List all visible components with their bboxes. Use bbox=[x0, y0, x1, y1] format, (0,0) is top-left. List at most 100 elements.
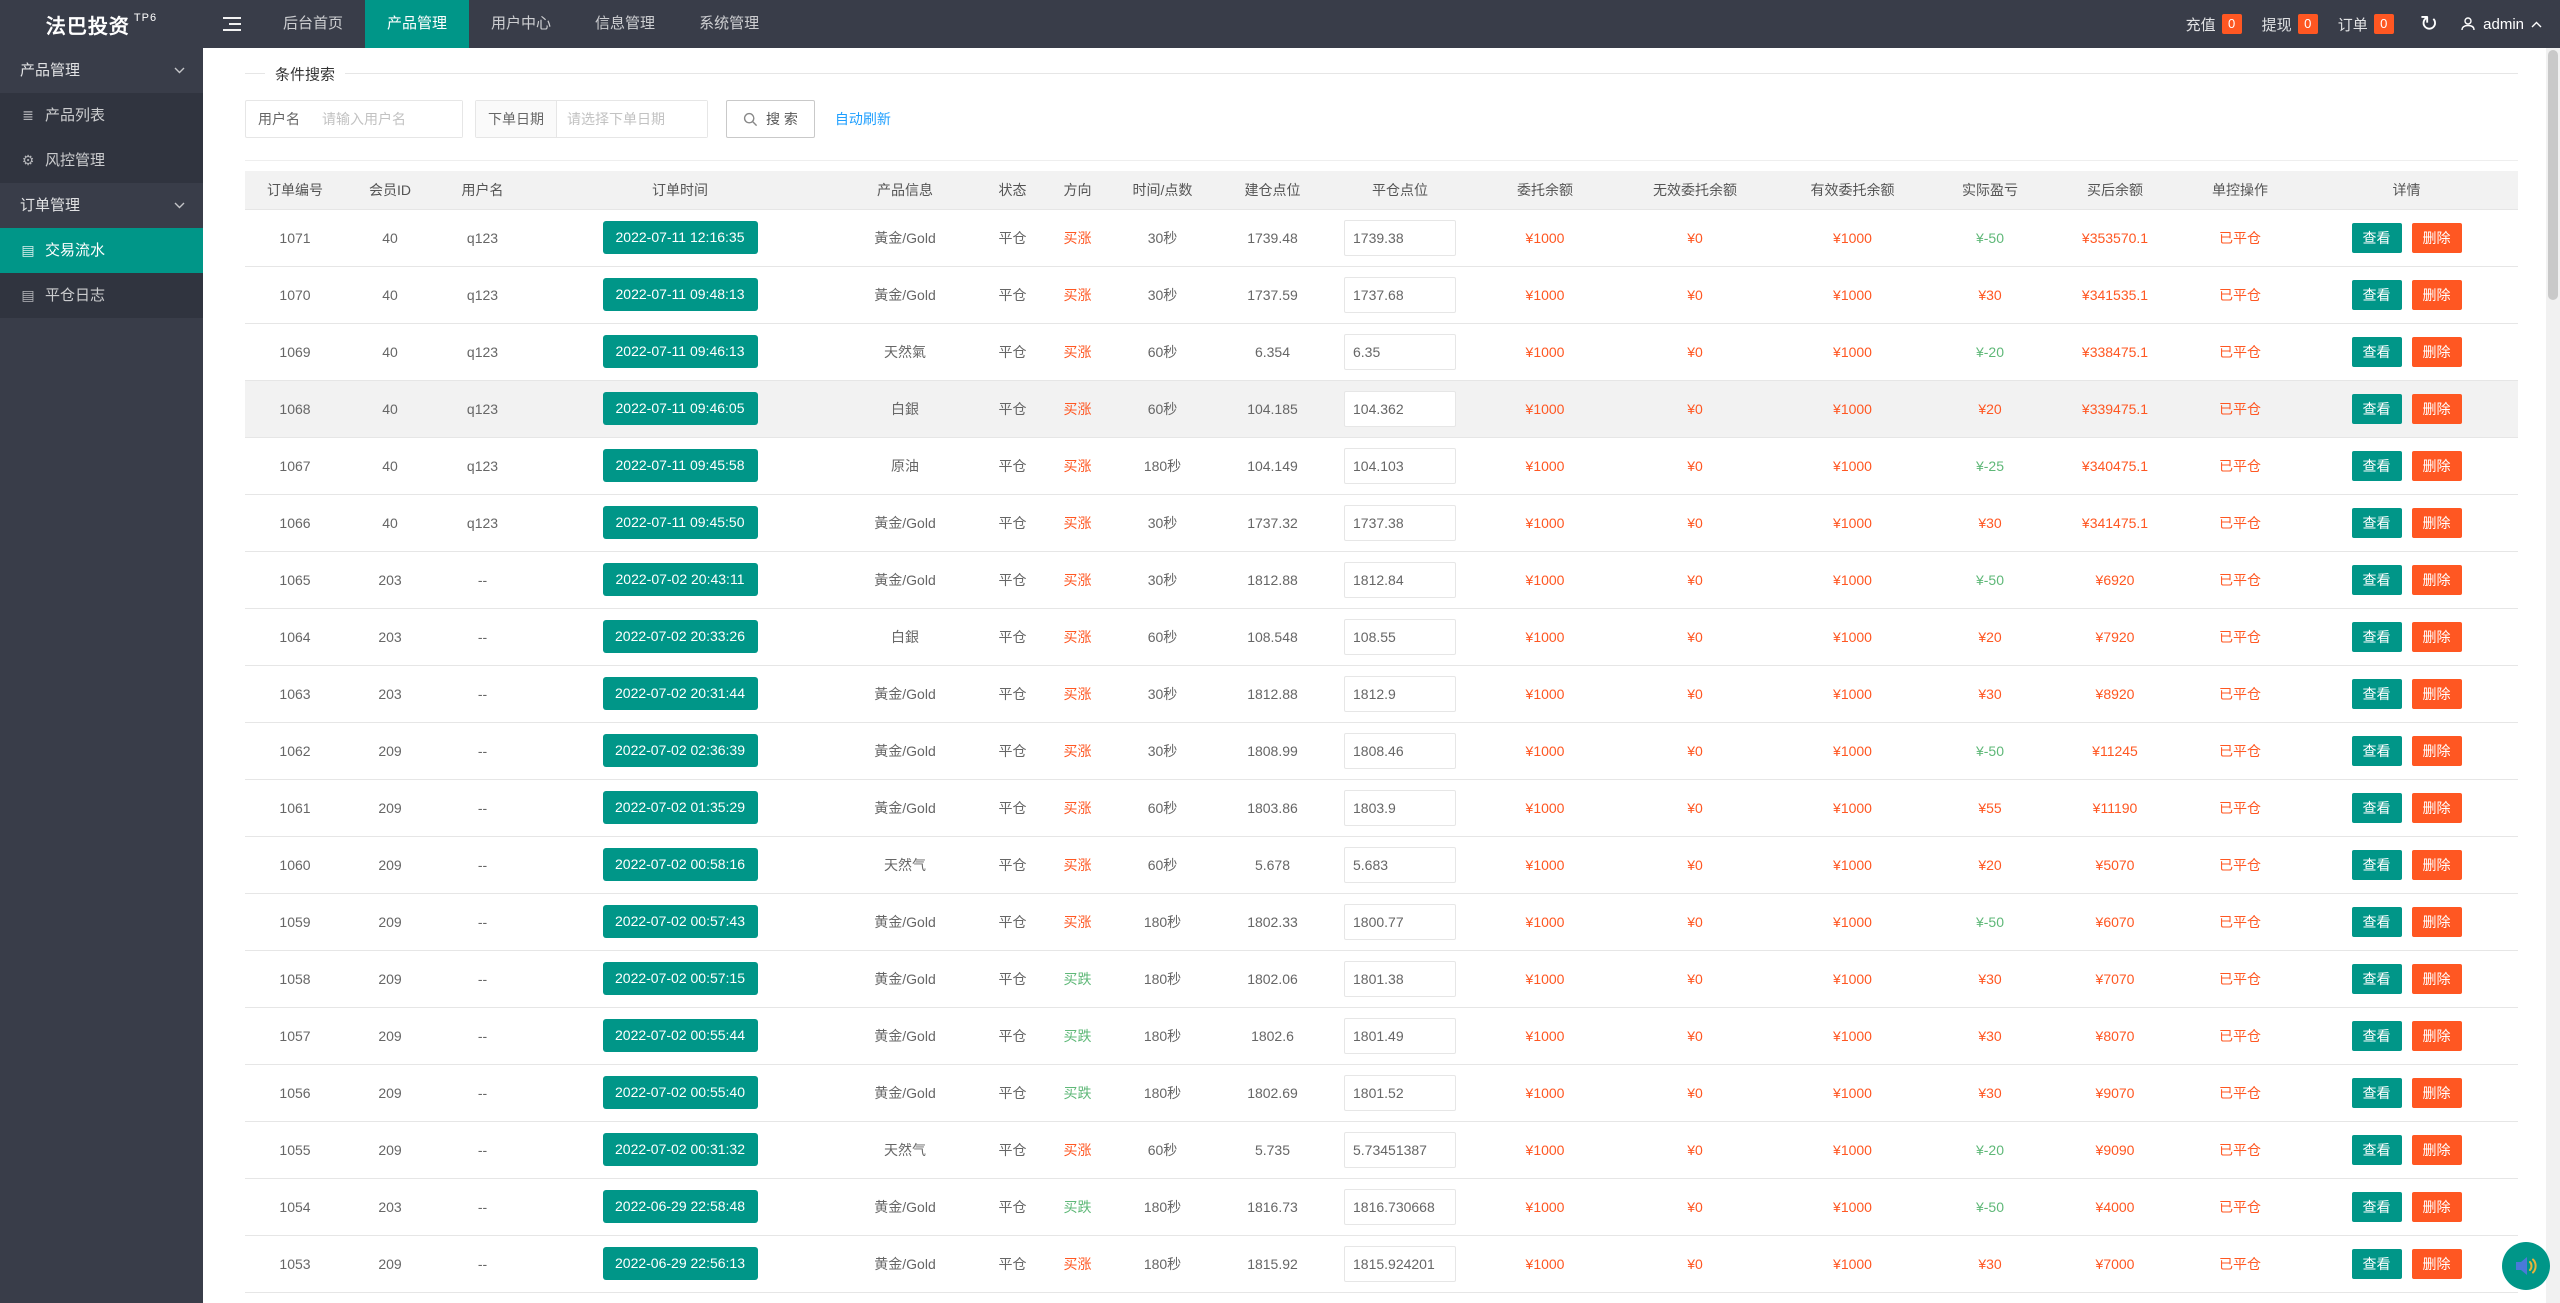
view-button[interactable]: 查看 bbox=[2352, 394, 2402, 424]
view-button[interactable]: 查看 bbox=[2352, 1135, 2402, 1165]
view-button[interactable]: 查看 bbox=[2352, 907, 2402, 937]
header-stat[interactable]: 充值0 bbox=[2186, 14, 2242, 35]
close-point-input[interactable] bbox=[1344, 562, 1456, 598]
sidebar-group[interactable]: 产品管理 bbox=[0, 48, 203, 93]
order-time-button[interactable]: 2022-07-11 12:16:35 bbox=[603, 221, 758, 254]
nav-item[interactable]: 系统管理 bbox=[677, 0, 781, 48]
delete-button[interactable]: 删除 bbox=[2412, 850, 2462, 880]
delete-button[interactable]: 删除 bbox=[2412, 337, 2462, 367]
search-button[interactable]: 搜 索 bbox=[726, 100, 815, 138]
view-button[interactable]: 查看 bbox=[2352, 223, 2402, 253]
sidebar-item[interactable]: ≣产品列表 bbox=[0, 93, 203, 138]
scrollbar-thumb[interactable] bbox=[2548, 50, 2558, 300]
close-point-input[interactable] bbox=[1344, 1189, 1456, 1225]
view-button[interactable]: 查看 bbox=[2352, 1192, 2402, 1222]
close-point-input[interactable] bbox=[1344, 220, 1456, 256]
view-button[interactable]: 查看 bbox=[2352, 964, 2402, 994]
close-point-input[interactable] bbox=[1344, 961, 1456, 997]
user-menu[interactable]: admin bbox=[2460, 16, 2542, 33]
close-point-input[interactable] bbox=[1344, 904, 1456, 940]
view-button[interactable]: 查看 bbox=[2352, 337, 2402, 367]
close-point-input[interactable] bbox=[1344, 1018, 1456, 1054]
menu-toggle-icon[interactable] bbox=[203, 0, 261, 48]
close-point-input[interactable] bbox=[1344, 847, 1456, 883]
vertical-scrollbar[interactable] bbox=[2546, 48, 2560, 1303]
view-button[interactable]: 查看 bbox=[2352, 622, 2402, 652]
username-input[interactable] bbox=[312, 101, 462, 137]
order-time-button[interactable]: 2022-07-02 00:31:32 bbox=[603, 1133, 758, 1166]
delete-button[interactable]: 删除 bbox=[2412, 793, 2462, 823]
delete-button[interactable]: 删除 bbox=[2412, 223, 2462, 253]
delete-button[interactable]: 删除 bbox=[2412, 1249, 2462, 1279]
view-button[interactable]: 查看 bbox=[2352, 1021, 2402, 1051]
delete-button[interactable]: 删除 bbox=[2412, 1078, 2462, 1108]
delete-button[interactable]: 删除 bbox=[2412, 907, 2462, 937]
sidebar-item[interactable]: ▤交易流水 bbox=[0, 228, 203, 273]
close-point-input[interactable] bbox=[1344, 1075, 1456, 1111]
order-date-input[interactable] bbox=[557, 101, 707, 137]
order-time-button[interactable]: 2022-07-02 00:55:40 bbox=[603, 1076, 758, 1109]
sidebar-item[interactable]: ▤平仓日志 bbox=[0, 273, 203, 318]
delete-button[interactable]: 删除 bbox=[2412, 964, 2462, 994]
view-button[interactable]: 查看 bbox=[2352, 1249, 2402, 1279]
view-button[interactable]: 查看 bbox=[2352, 508, 2402, 538]
order-time-button[interactable]: 2022-07-02 20:33:26 bbox=[603, 620, 758, 653]
view-button[interactable]: 查看 bbox=[2352, 850, 2402, 880]
view-button[interactable]: 查看 bbox=[2352, 280, 2402, 310]
order-time-button[interactable]: 2022-06-29 22:56:13 bbox=[603, 1247, 758, 1280]
delete-button[interactable]: 删除 bbox=[2412, 622, 2462, 652]
nav-item[interactable]: 信息管理 bbox=[573, 0, 677, 48]
order-time-button[interactable]: 2022-07-02 20:31:44 bbox=[603, 677, 758, 710]
order-time-button[interactable]: 2022-07-02 02:36:39 bbox=[603, 734, 758, 767]
delete-button[interactable]: 删除 bbox=[2412, 1021, 2462, 1051]
order-time-button[interactable]: 2022-07-11 09:45:58 bbox=[603, 449, 758, 482]
close-point-input[interactable] bbox=[1344, 790, 1456, 826]
delete-button[interactable]: 删除 bbox=[2412, 679, 2462, 709]
close-point-input[interactable] bbox=[1344, 1246, 1456, 1282]
order-time-button[interactable]: 2022-07-11 09:45:50 bbox=[603, 506, 758, 539]
order-time-button[interactable]: 2022-07-11 09:46:05 bbox=[603, 392, 758, 425]
order-time-button[interactable]: 2022-07-02 01:35:29 bbox=[603, 791, 758, 824]
sidebar-item[interactable]: ⚙风控管理 bbox=[0, 138, 203, 183]
delete-button[interactable]: 删除 bbox=[2412, 736, 2462, 766]
close-point-input[interactable] bbox=[1344, 391, 1456, 427]
delete-button[interactable]: 删除 bbox=[2412, 451, 2462, 481]
delete-button[interactable]: 删除 bbox=[2412, 565, 2462, 595]
delete-button[interactable]: 删除 bbox=[2412, 280, 2462, 310]
close-point-input[interactable] bbox=[1344, 505, 1456, 541]
close-point-input[interactable] bbox=[1344, 1132, 1456, 1168]
close-point-input[interactable] bbox=[1344, 448, 1456, 484]
header-stat[interactable]: 提现0 bbox=[2262, 14, 2318, 35]
order-time-button[interactable]: 2022-07-02 00:58:16 bbox=[603, 848, 758, 881]
view-button[interactable]: 查看 bbox=[2352, 793, 2402, 823]
refresh-icon[interactable]: ↻ bbox=[2420, 0, 2438, 48]
auto-refresh-link[interactable]: 自动刷新 bbox=[835, 109, 891, 129]
sound-notification-button[interactable] bbox=[2502, 1242, 2550, 1290]
close-point-input[interactable] bbox=[1344, 619, 1456, 655]
sidebar-group[interactable]: 订单管理 bbox=[0, 183, 203, 228]
nav-item[interactable]: 用户中心 bbox=[469, 0, 573, 48]
close-point-input[interactable] bbox=[1344, 277, 1456, 313]
order-time-button[interactable]: 2022-07-02 20:43:11 bbox=[603, 563, 758, 596]
order-time-button[interactable]: 2022-07-11 09:48:13 bbox=[603, 278, 758, 311]
delete-button[interactable]: 删除 bbox=[2412, 394, 2462, 424]
order-time-button[interactable]: 2022-07-02 00:57:43 bbox=[603, 905, 758, 938]
close-point-input[interactable] bbox=[1344, 676, 1456, 712]
delete-button[interactable]: 删除 bbox=[2412, 1135, 2462, 1165]
close-point-input[interactable] bbox=[1344, 733, 1456, 769]
nav-item[interactable]: 后台首页 bbox=[261, 0, 365, 48]
delete-button[interactable]: 删除 bbox=[2412, 508, 2462, 538]
order-time-button[interactable]: 2022-06-29 22:58:48 bbox=[603, 1190, 758, 1223]
view-button[interactable]: 查看 bbox=[2352, 451, 2402, 481]
order-time-button[interactable]: 2022-07-02 00:55:44 bbox=[603, 1019, 758, 1052]
header-stat[interactable]: 订单0 bbox=[2338, 14, 2394, 35]
nav-item[interactable]: 产品管理 bbox=[365, 0, 469, 48]
close-point-input[interactable] bbox=[1344, 334, 1456, 370]
order-time-button[interactable]: 2022-07-02 00:57:15 bbox=[603, 962, 758, 995]
delete-button[interactable]: 删除 bbox=[2412, 1192, 2462, 1222]
view-button[interactable]: 查看 bbox=[2352, 565, 2402, 595]
view-button[interactable]: 查看 bbox=[2352, 1078, 2402, 1108]
view-button[interactable]: 查看 bbox=[2352, 736, 2402, 766]
view-button[interactable]: 查看 bbox=[2352, 679, 2402, 709]
order-time-button[interactable]: 2022-07-11 09:46:13 bbox=[603, 335, 758, 368]
